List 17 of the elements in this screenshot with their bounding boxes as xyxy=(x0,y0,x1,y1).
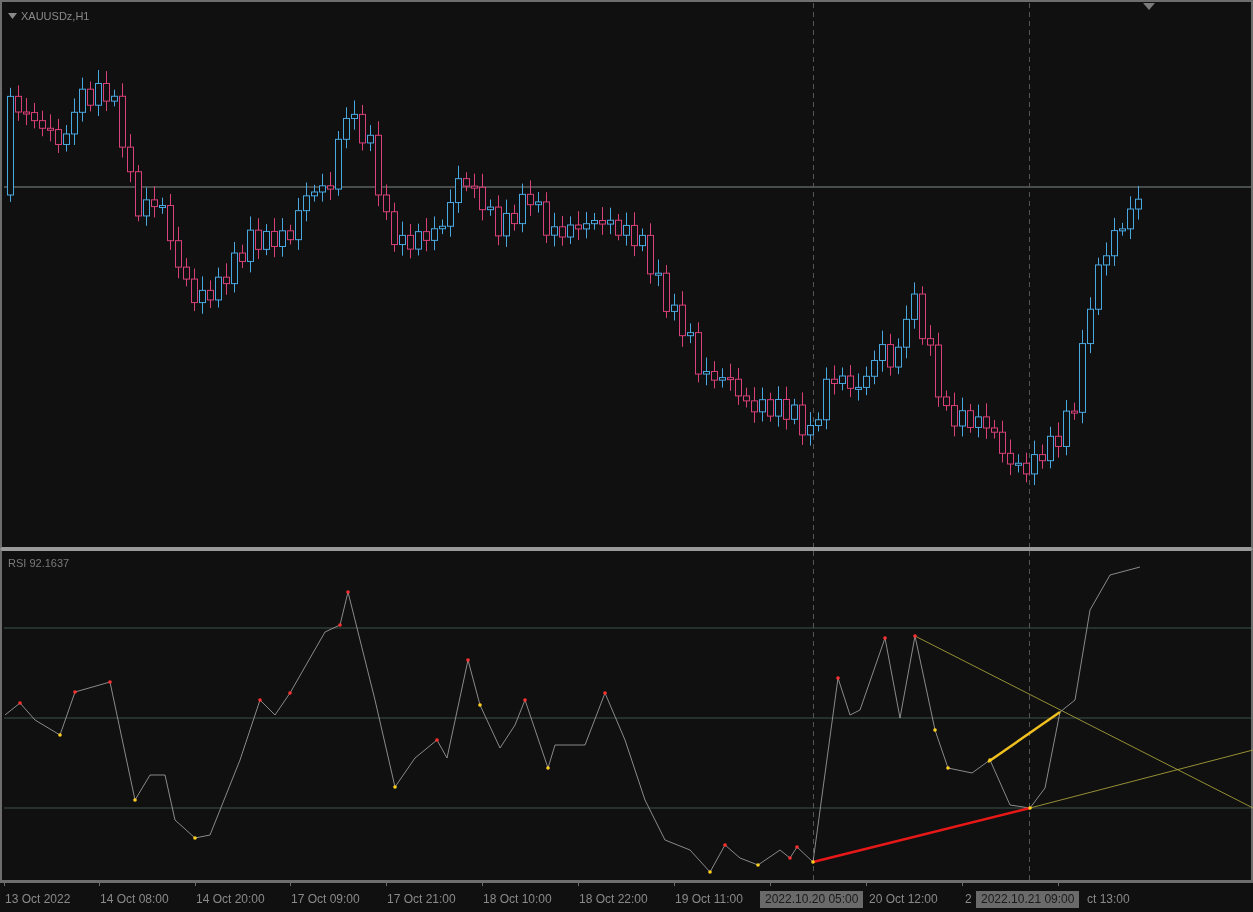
time-axis-label: 18 Oct 22:00 xyxy=(579,891,648,908)
time-axis-label: 20 Oct 12:00 xyxy=(869,891,938,908)
time-axis-label: 2 xyxy=(965,891,972,908)
time-axis-label: 18 Oct 10:00 xyxy=(483,891,552,908)
caret-icon[interactable] xyxy=(1143,3,1155,10)
time-axis-label: 14 Oct 08:00 xyxy=(100,891,169,908)
crosshair-time-label: 2022.10.21 09:00 xyxy=(976,891,1080,908)
time-axis-label: 17 Oct 21:00 xyxy=(387,891,456,908)
time-axis-label: 13 Oct 2022 xyxy=(5,891,71,908)
caret-icon[interactable] xyxy=(8,13,17,20)
time-axis-label: 14 Oct 20:00 xyxy=(196,891,265,908)
time-axis-label: ct 13:00 xyxy=(1087,891,1130,908)
symbol-label: XAUUSDz,H1 xyxy=(21,9,90,24)
time-axis-label: 17 Oct 09:00 xyxy=(291,891,360,908)
indicator-label: RSI 92.1637 xyxy=(8,556,70,571)
time-axis-label: 19 Oct 11:00 xyxy=(675,891,743,908)
crosshair-time-label: 2022.10.20 05:00 xyxy=(760,891,864,908)
